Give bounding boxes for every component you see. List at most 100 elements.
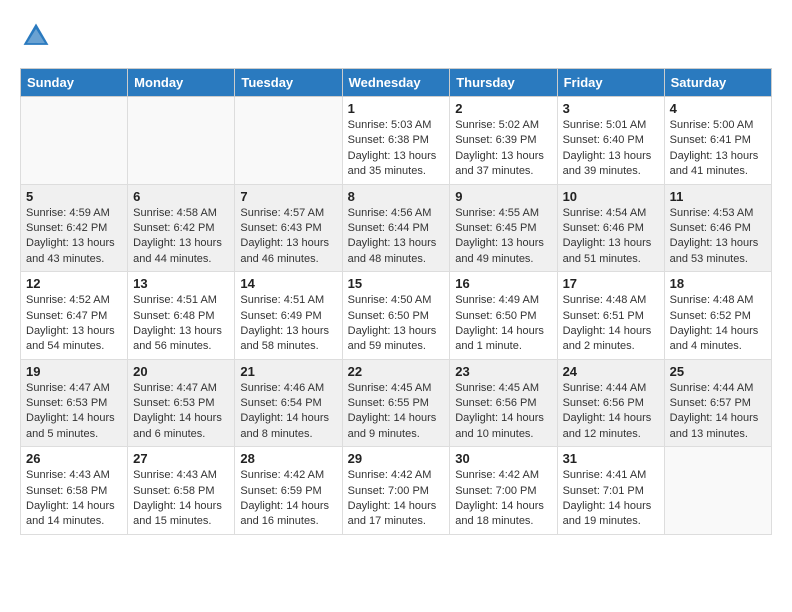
day-number: 24	[563, 364, 659, 379]
day-info: Sunrise: 4:48 AM Sunset: 6:51 PM Dayligh…	[563, 293, 659, 355]
day-cell-14: 14 Sunrise: 4:51 AM Sunset: 6:49 PM Dayli…	[235, 272, 342, 360]
day-header-saturday: Saturday	[664, 69, 771, 97]
day-cell-19: 19 Sunrise: 4:47 AM Sunset: 6:53 PM Dayli…	[21, 359, 128, 447]
day-number: 14	[240, 276, 336, 291]
day-cell-16: 16 Sunrise: 4:49 AM Sunset: 6:50 PM Dayli…	[450, 272, 557, 360]
day-info: Sunrise: 4:52 AM Sunset: 6:47 PM Dayligh…	[26, 293, 122, 355]
day-cell-11: 11 Sunrise: 4:53 AM Sunset: 6:46 PM Dayli…	[664, 184, 771, 272]
day-info: Sunrise: 4:42 AM Sunset: 7:00 PM Dayligh…	[348, 468, 445, 530]
day-header-wednesday: Wednesday	[342, 69, 450, 97]
day-number: 30	[455, 451, 551, 466]
day-info: Sunrise: 4:58 AM Sunset: 6:42 PM Dayligh…	[133, 206, 229, 268]
day-cell-13: 13Sunrise: 4:51 AM Sunset: 6:48 PM Dayli…	[128, 272, 235, 360]
day-number: 6	[133, 189, 229, 204]
day-header-tuesday: Tuesday	[235, 69, 342, 97]
day-number: 3	[563, 101, 659, 116]
day-cell-26: 26 Sunrise: 4:43 AM Sunset: 6:58 PM Dayli…	[21, 447, 128, 535]
day-cell-22: 22 Sunrise: 4:45 AM Sunset: 6:55 PM Dayli…	[342, 359, 450, 447]
day-cell-5: 5 Sunrise: 4:59 AM Sunset: 6:42 PM Daylig…	[21, 184, 128, 272]
day-number: 5	[26, 189, 122, 204]
day-cell-20: 20 Sunrise: 4:47 AM Sunset: 6:53 PM Dayli…	[128, 359, 235, 447]
day-number: 16	[455, 276, 551, 291]
day-cell-31: 31 Sunrise: 4:41 AM Sunset: 7:01 PM Dayli…	[557, 447, 664, 535]
day-header-friday: Friday	[557, 69, 664, 97]
day-number: 19	[26, 364, 122, 379]
week-row-1: 1 Sunrise: 5:03 AM Sunset: 6:38 PM Daylig…	[21, 97, 772, 185]
day-info: Sunrise: 4:43 AM Sunset: 6:58 PM Dayligh…	[26, 468, 122, 530]
day-cell-15: 15 Sunrise: 4:50 AM Sunset: 6:50 PM Dayli…	[342, 272, 450, 360]
day-info: Sunrise: 4:43 AM Sunset: 6:58 PM Dayligh…	[133, 468, 229, 530]
day-info: Sunrise: 4:53 AM Sunset: 6:46 PM Dayligh…	[670, 206, 766, 268]
day-info: Sunrise: 4:45 AM Sunset: 6:56 PM Dayligh…	[455, 381, 551, 443]
week-row-4: 19 Sunrise: 4:47 AM Sunset: 6:53 PM Dayli…	[21, 359, 772, 447]
day-number: 15	[348, 276, 445, 291]
day-info: Sunrise: 4:51 AM Sunset: 6:48 PM Dayligh…	[133, 293, 229, 355]
day-header-thursday: Thursday	[450, 69, 557, 97]
week-row-5: 26 Sunrise: 4:43 AM Sunset: 6:58 PM Dayli…	[21, 447, 772, 535]
day-cell-21: 21 Sunrise: 4:46 AM Sunset: 6:54 PM Dayli…	[235, 359, 342, 447]
day-info: Sunrise: 4:46 AM Sunset: 6:54 PM Dayligh…	[240, 381, 336, 443]
day-number: 12	[26, 276, 122, 291]
day-info: Sunrise: 4:45 AM Sunset: 6:55 PM Dayligh…	[348, 381, 445, 443]
day-info: Sunrise: 5:01 AM Sunset: 6:40 PM Dayligh…	[563, 118, 659, 180]
logo-icon	[20, 20, 52, 52]
day-info: Sunrise: 4:41 AM Sunset: 7:01 PM Dayligh…	[563, 468, 659, 530]
day-number: 17	[563, 276, 659, 291]
day-number: 11	[670, 189, 766, 204]
day-cell-10: 10Sunrise: 4:54 AM Sunset: 6:46 PM Dayli…	[557, 184, 664, 272]
day-info: Sunrise: 5:03 AM Sunset: 6:38 PM Dayligh…	[348, 118, 445, 180]
week-row-2: 5 Sunrise: 4:59 AM Sunset: 6:42 PM Daylig…	[21, 184, 772, 272]
day-info: Sunrise: 5:02 AM Sunset: 6:39 PM Dayligh…	[455, 118, 551, 180]
day-number: 21	[240, 364, 336, 379]
day-number: 1	[348, 101, 445, 116]
day-number: 2	[455, 101, 551, 116]
empty-cell	[21, 97, 128, 185]
day-number: 9	[455, 189, 551, 204]
day-number: 22	[348, 364, 445, 379]
day-info: Sunrise: 4:47 AM Sunset: 6:53 PM Dayligh…	[133, 381, 229, 443]
day-cell-27: 27 Sunrise: 4:43 AM Sunset: 6:58 PM Dayli…	[128, 447, 235, 535]
day-info: Sunrise: 4:50 AM Sunset: 6:50 PM Dayligh…	[348, 293, 445, 355]
day-number: 26	[26, 451, 122, 466]
day-number: 31	[563, 451, 659, 466]
week-row-3: 12 Sunrise: 4:52 AM Sunset: 6:47 PM Dayli…	[21, 272, 772, 360]
day-info: Sunrise: 4:44 AM Sunset: 6:57 PM Dayligh…	[670, 381, 766, 443]
day-number: 8	[348, 189, 445, 204]
day-cell-29: 29 Sunrise: 4:42 AM Sunset: 7:00 PM Dayli…	[342, 447, 450, 535]
day-info: Sunrise: 4:48 AM Sunset: 6:52 PM Dayligh…	[670, 293, 766, 355]
day-info: Sunrise: 4:59 AM Sunset: 6:42 PM Dayligh…	[26, 206, 122, 268]
days-header-row: SundayMondayTuesdayWednesdayThursdayFrid…	[21, 69, 772, 97]
day-cell-7: 7 Sunrise: 4:57 AM Sunset: 6:43 PM Daylig…	[235, 184, 342, 272]
day-number: 28	[240, 451, 336, 466]
day-number: 20	[133, 364, 229, 379]
page-header	[20, 20, 772, 52]
day-cell-23: 23 Sunrise: 4:45 AM Sunset: 6:56 PM Dayli…	[450, 359, 557, 447]
day-number: 27	[133, 451, 229, 466]
day-header-monday: Monday	[128, 69, 235, 97]
logo	[20, 20, 56, 52]
day-number: 7	[240, 189, 336, 204]
day-cell-4: 4 Sunrise: 5:00 AM Sunset: 6:41 PM Daylig…	[664, 97, 771, 185]
day-cell-28: 28 Sunrise: 4:42 AM Sunset: 6:59 PM Dayli…	[235, 447, 342, 535]
day-info: Sunrise: 4:57 AM Sunset: 6:43 PM Dayligh…	[240, 206, 336, 268]
day-cell-9: 9Sunrise: 4:55 AM Sunset: 6:45 PM Daylig…	[450, 184, 557, 272]
day-info: Sunrise: 4:49 AM Sunset: 6:50 PM Dayligh…	[455, 293, 551, 355]
day-number: 25	[670, 364, 766, 379]
empty-cell	[128, 97, 235, 185]
day-info: Sunrise: 4:51 AM Sunset: 6:49 PM Dayligh…	[240, 293, 336, 355]
day-cell-1: 1 Sunrise: 5:03 AM Sunset: 6:38 PM Daylig…	[342, 97, 450, 185]
day-cell-12: 12 Sunrise: 4:52 AM Sunset: 6:47 PM Dayli…	[21, 272, 128, 360]
day-info: Sunrise: 5:00 AM Sunset: 6:41 PM Dayligh…	[670, 118, 766, 180]
day-info: Sunrise: 4:42 AM Sunset: 6:59 PM Dayligh…	[240, 468, 336, 530]
day-cell-2: 2 Sunrise: 5:02 AM Sunset: 6:39 PM Daylig…	[450, 97, 557, 185]
day-header-sunday: Sunday	[21, 69, 128, 97]
day-number: 23	[455, 364, 551, 379]
day-cell-24: 24Sunrise: 4:44 AM Sunset: 6:56 PM Dayli…	[557, 359, 664, 447]
day-info: Sunrise: 4:47 AM Sunset: 6:53 PM Dayligh…	[26, 381, 122, 443]
day-cell-17: 17 Sunrise: 4:48 AM Sunset: 6:51 PM Dayli…	[557, 272, 664, 360]
empty-cell	[235, 97, 342, 185]
day-cell-8: 8Sunrise: 4:56 AM Sunset: 6:44 PM Daylig…	[342, 184, 450, 272]
day-number: 29	[348, 451, 445, 466]
day-number: 4	[670, 101, 766, 116]
day-cell-18: 18Sunrise: 4:48 AM Sunset: 6:52 PM Dayli…	[664, 272, 771, 360]
